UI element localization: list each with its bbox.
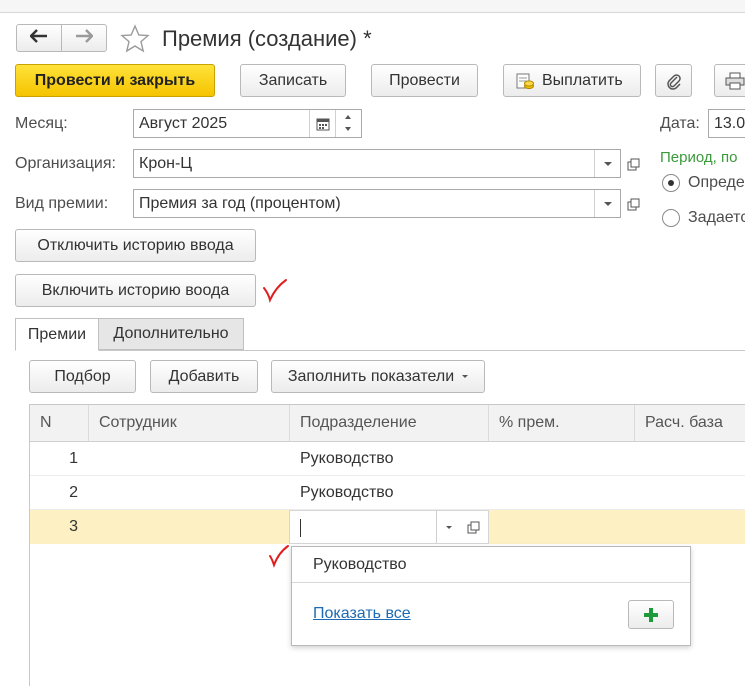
table-row-selected[interactable]: 3 [30,510,745,544]
bonus-type-field[interactable]: Премия за год (процентом) [133,189,621,218]
print-button[interactable] [714,64,745,97]
attach-button[interactable] [655,64,692,97]
row-number: 3 [69,518,78,535]
checkmark-annotation-icon [262,277,288,307]
plus-icon [644,607,658,622]
chevron-down-icon [445,525,452,529]
table-row[interactable]: 1 Руководство [30,442,745,476]
date-value: 13.0 [714,114,745,132]
disable-history-button[interactable]: Отключить историю ввода [15,229,256,262]
bonus-type-label: Вид премии: [15,195,109,212]
month-field[interactable]: Август 2025 [133,109,362,138]
month-spinner[interactable] [335,110,361,137]
row-number: 1 [69,450,78,467]
tabs-baseline [15,350,745,351]
create-new-button[interactable] [628,600,674,629]
tab-premii-label: Премии [27,325,87,343]
table-row[interactable]: 2 Руководство [30,476,745,510]
chevron-down-icon [603,201,612,206]
department-edit-field[interactable] [289,510,489,544]
tab-additional[interactable]: Дополнительно [99,318,244,350]
col-n[interactable]: N [30,405,89,441]
post-button[interactable]: Провести [371,64,478,97]
department-dropdown-button[interactable] [436,511,460,543]
post-and-close-button[interactable]: Провести и закрыть [15,64,215,97]
arrow-right-icon [75,28,94,48]
col-bonus-percent[interactable]: % прем. [489,405,635,441]
page-title: Премия (создание) * [162,26,372,51]
period-label: Период, по [660,149,738,166]
save-button[interactable]: Записать [240,64,346,97]
department-dropdown-list: Руководство Показать все [291,546,691,646]
col-employee[interactable]: Сотрудник [89,405,290,441]
pay-button[interactable]: Выплатить [503,64,641,97]
calendar-button[interactable] [309,110,335,137]
spin-down-icon[interactable] [345,127,351,131]
text-cursor [300,519,301,537]
show-all-link[interactable]: Показать все [313,605,411,623]
date-field[interactable]: 13.0 [708,109,745,138]
tab-premii[interactable]: Премии [15,318,99,351]
month-value: Август 2025 [139,114,228,132]
col-base[interactable]: Расч. база [635,405,745,441]
bonus-type-open-icon[interactable] [624,195,642,213]
col-department[interactable]: Подразделение [290,405,489,441]
dropdown-item[interactable]: Руководство [292,547,690,583]
chevron-down-icon [603,161,612,166]
org-label: Организация: [15,155,116,172]
org-field[interactable]: Крон-Ц [133,149,621,178]
row-department: Руководство [300,450,394,467]
chevron-down-icon [462,375,469,378]
org-value: Крон-Ц [139,154,193,172]
calendar-icon [316,117,330,131]
row-department: Руководство [300,484,394,501]
org-dropdown-button[interactable] [594,150,620,177]
printer-icon [725,72,745,90]
radio-defined[interactable] [662,174,680,192]
row-number: 2 [69,484,78,501]
paperclip-icon [666,72,682,90]
bonus-type-dropdown-button[interactable] [594,190,620,217]
radio-set-label: Задаетс [688,209,745,226]
add-button[interactable]: Добавить [150,360,258,393]
fill-indicators-label: Заполнить показатели [287,367,455,385]
radio-defined-label: Опреде [688,174,745,191]
bonus-type-value: Премия за год (процентом) [139,194,341,212]
radio-set[interactable] [662,209,680,227]
coins-icon [516,72,534,90]
enable-history-button[interactable]: Включить историю воода [15,274,256,307]
arrow-left-icon [29,28,48,48]
month-label: Месяц: [15,115,68,132]
pay-label: Выплатить [542,71,623,89]
forward-button[interactable] [61,24,107,52]
org-open-icon[interactable] [624,155,642,173]
top-strip [0,0,745,13]
fill-indicators-button[interactable]: Заполнить показатели [271,360,485,393]
select-button[interactable]: Подбор [29,360,136,393]
back-button[interactable] [16,24,62,52]
spin-up-icon[interactable] [345,115,351,119]
star-icon[interactable] [120,24,150,58]
date-label: Дата: [660,115,700,132]
table-header: N Сотрудник Подразделение % прем. Расч. … [30,405,745,442]
dropdown-item-label: Руководство [313,555,407,573]
tab-additional-label: Дополнительно [113,325,229,342]
department-open-icon[interactable] [464,518,482,536]
checkmark-annotation-icon [268,544,290,572]
